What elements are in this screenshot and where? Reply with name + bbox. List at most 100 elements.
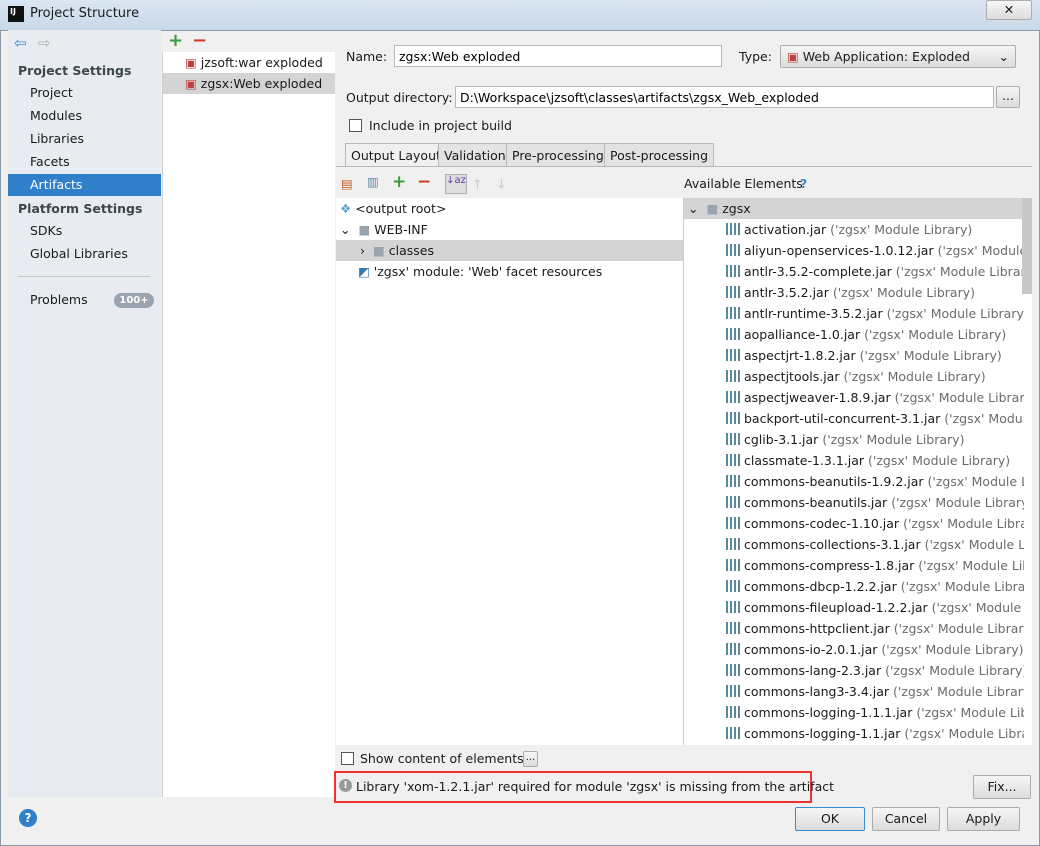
library-item[interactable]: commons-dbcp-1.2.2.jar ('zgsx' Module Li… (684, 576, 1024, 597)
library-item[interactable]: backport-util-concurrent-3.1.jar ('zgsx'… (684, 408, 1024, 429)
sidebar-item-project[interactable]: Project (30, 82, 161, 104)
type-label: Type: (739, 49, 772, 64)
tab-output-layout[interactable]: Output Layout (345, 143, 447, 167)
chevron-down-icon: ⌄ (688, 201, 699, 216)
help-button[interactable]: ? (19, 809, 37, 827)
library-item[interactable]: commons-logging-1.1.jar ('zgsx' Module L… (684, 723, 1024, 744)
show-content-options-button[interactable]: ... (523, 751, 538, 767)
forward-arrow-icon[interactable]: ⇨ (38, 34, 51, 52)
artifact-label: zgsx:Web exploded (200, 76, 323, 91)
library-item[interactable]: commons-fileupload-1.2.2.jar ('zgsx' Mod… (684, 597, 1024, 618)
apply-button[interactable]: Apply (947, 807, 1020, 831)
warning-icon: ! (339, 779, 352, 792)
library-name: commons-beanutils.jar (744, 495, 888, 510)
library-item[interactable]: aspectjweaver-1.8.9.jar ('zgsx' Module L… (684, 387, 1024, 408)
library-icon (726, 328, 740, 340)
output-directory-label: Output directory: (346, 90, 453, 105)
library-item[interactable]: commons-compress-1.8.jar ('zgsx' Module … (684, 555, 1024, 576)
show-content-checkbox[interactable] (341, 752, 354, 765)
move-down-icon[interactable]: 🡓 (498, 175, 505, 196)
library-item[interactable]: commons-beanutils-1.9.2.jar ('zgsx' Modu… (684, 471, 1024, 492)
close-button[interactable]: ✕ (986, 0, 1032, 20)
include-in-build-checkbox[interactable] (349, 119, 362, 132)
scrollbar[interactable] (1022, 198, 1032, 294)
tree-item-zgsx[interactable]: ⌄ ■ zgsx (684, 198, 1032, 219)
library-icon (726, 580, 740, 592)
add-element-icon[interactable]: + (392, 172, 406, 192)
add-artifact-icon[interactable]: + (168, 30, 183, 51)
library-item[interactable]: cglib-3.1.jar ('zgsx' Module Library) (684, 429, 1024, 450)
available-elements-title: Available Elements (684, 176, 803, 191)
library-icon (726, 307, 740, 319)
chevron-down-icon: ⌄ (998, 49, 1009, 64)
remove-element-icon[interactable]: − (417, 172, 431, 192)
library-item[interactable]: antlr-3.5.2.jar ('zgsx' Module Library) (684, 282, 1024, 303)
sidebar-item-facets[interactable]: Facets (30, 151, 161, 173)
sort-az-icon[interactable]: ↓az (445, 174, 467, 194)
library-name: aspectjrt-1.8.2.jar (744, 348, 856, 363)
tab-validation[interactable]: Validation (438, 143, 512, 167)
library-item[interactable]: commons-collections-3.1.jar ('zgsx' Modu… (684, 534, 1024, 555)
archive-icon[interactable]: ▥ (367, 174, 379, 189)
library-scope: ('zgsx' Module Library) (893, 684, 1024, 699)
sidebar-item-libraries[interactable]: Libraries (30, 128, 161, 150)
tree-item-classes[interactable]: › ■ classes (336, 240, 683, 261)
library-item[interactable]: aspectjrt-1.8.2.jar ('zgsx' Module Libra… (684, 345, 1024, 366)
sidebar-item-artifacts[interactable]: Artifacts (8, 174, 161, 196)
library-item[interactable]: antlr-3.5.2-complete.jar ('zgsx' Module … (684, 261, 1024, 282)
tree-item-web-inf[interactable]: ⌄ ■ WEB-INF (340, 219, 428, 240)
library-icon (726, 412, 740, 424)
library-item[interactable]: commons-lang3-3.4.jar ('zgsx' Module Lib… (684, 681, 1024, 702)
divider (18, 276, 150, 277)
ok-button[interactable]: OK (795, 807, 865, 831)
library-icon (726, 664, 740, 676)
show-content-label: Show content of elements (360, 751, 524, 766)
library-item[interactable]: aspectjtools.jar ('zgsx' Module Library) (684, 366, 1024, 387)
library-item[interactable]: activation.jar ('zgsx' Module Library) (684, 219, 1024, 240)
library-item[interactable]: commons-logging-1.1.1.jar ('zgsx' Module… (684, 702, 1024, 723)
tree-item-facet-resources[interactable]: ◩ 'zgsx' module: 'Web' facet resources (358, 261, 602, 282)
cancel-button[interactable]: Cancel (872, 807, 940, 831)
fix-button[interactable]: Fix... (973, 775, 1031, 799)
artifact-item-selected[interactable]: ▣ zgsx:Web exploded (163, 73, 335, 94)
library-item[interactable]: commons-codec-1.10.jar ('zgsx' Module Li… (684, 513, 1024, 534)
library-name: commons-io-2.0.1.jar (744, 642, 878, 657)
help-icon[interactable]: ? (800, 176, 807, 191)
remove-artifact-icon[interactable]: − (192, 30, 207, 51)
library-scope: ('zgsx' Module Library) (944, 411, 1024, 426)
back-arrow-icon[interactable]: ⇦ (14, 34, 27, 52)
library-scope: ('zgsx' Module Library) (822, 432, 965, 447)
library-item[interactable]: aliyun-openservices-1.0.12.jar ('zgsx' M… (684, 240, 1024, 261)
name-input[interactable] (394, 45, 722, 67)
tree-item-output-root[interactable]: ❖ <output root> (340, 198, 446, 219)
sidebar-item-sdks[interactable]: SDKs (30, 220, 161, 242)
output-directory-input[interactable] (455, 86, 994, 108)
library-item[interactable]: commons-beanutils.jar ('zgsx' Module Lib… (684, 492, 1024, 513)
library-item[interactable]: commons-httpclient.jar ('zgsx' Module Li… (684, 618, 1024, 639)
library-item[interactable]: classmate-1.3.1.jar ('zgsx' Module Libra… (684, 450, 1024, 471)
new-directory-icon[interactable]: ▤ (341, 176, 353, 191)
library-item[interactable]: aopalliance-1.0.jar ('zgsx' Module Libra… (684, 324, 1024, 345)
warning-message: Library 'xom-1.2.1.jar' required for mod… (356, 779, 834, 794)
library-icon (726, 643, 740, 655)
library-scope: ('zgsx' Module Library) (895, 264, 1024, 279)
artifact-item[interactable]: ▣ jzsoft:war exploded (163, 52, 335, 73)
library-scope: ('zgsx' Module Library) (937, 243, 1024, 258)
library-name: antlr-runtime-3.5.2.jar (744, 306, 883, 321)
library-icon (726, 706, 740, 718)
library-scope: ('zgsx' Module Library) (903, 516, 1024, 531)
move-up-icon[interactable]: 🡑 (474, 175, 481, 196)
library-item[interactable]: antlr-runtime-3.5.2.jar ('zgsx' Module L… (684, 303, 1024, 324)
library-scope: ('zgsx' Module Library) (916, 705, 1024, 720)
type-dropdown[interactable]: ▣ Web Application: Exploded ⌄ (780, 45, 1016, 68)
library-item[interactable]: commons-lang-2.3.jar ('zgsx' Module Libr… (684, 660, 1024, 681)
browse-button[interactable]: ... (996, 86, 1020, 108)
tab-post-processing[interactable]: Post-processing (604, 143, 715, 167)
library-icon (726, 391, 740, 403)
library-name: commons-httpclient.jar (744, 621, 890, 636)
sidebar-item-modules[interactable]: Modules (30, 105, 161, 127)
library-item[interactable]: commons-io-2.0.1.jar ('zgsx' Module Libr… (684, 639, 1024, 660)
sidebar-item-global-libraries[interactable]: Global Libraries (30, 243, 161, 265)
library-icon (726, 223, 740, 235)
tab-pre-processing[interactable]: Pre-processing (506, 143, 610, 167)
